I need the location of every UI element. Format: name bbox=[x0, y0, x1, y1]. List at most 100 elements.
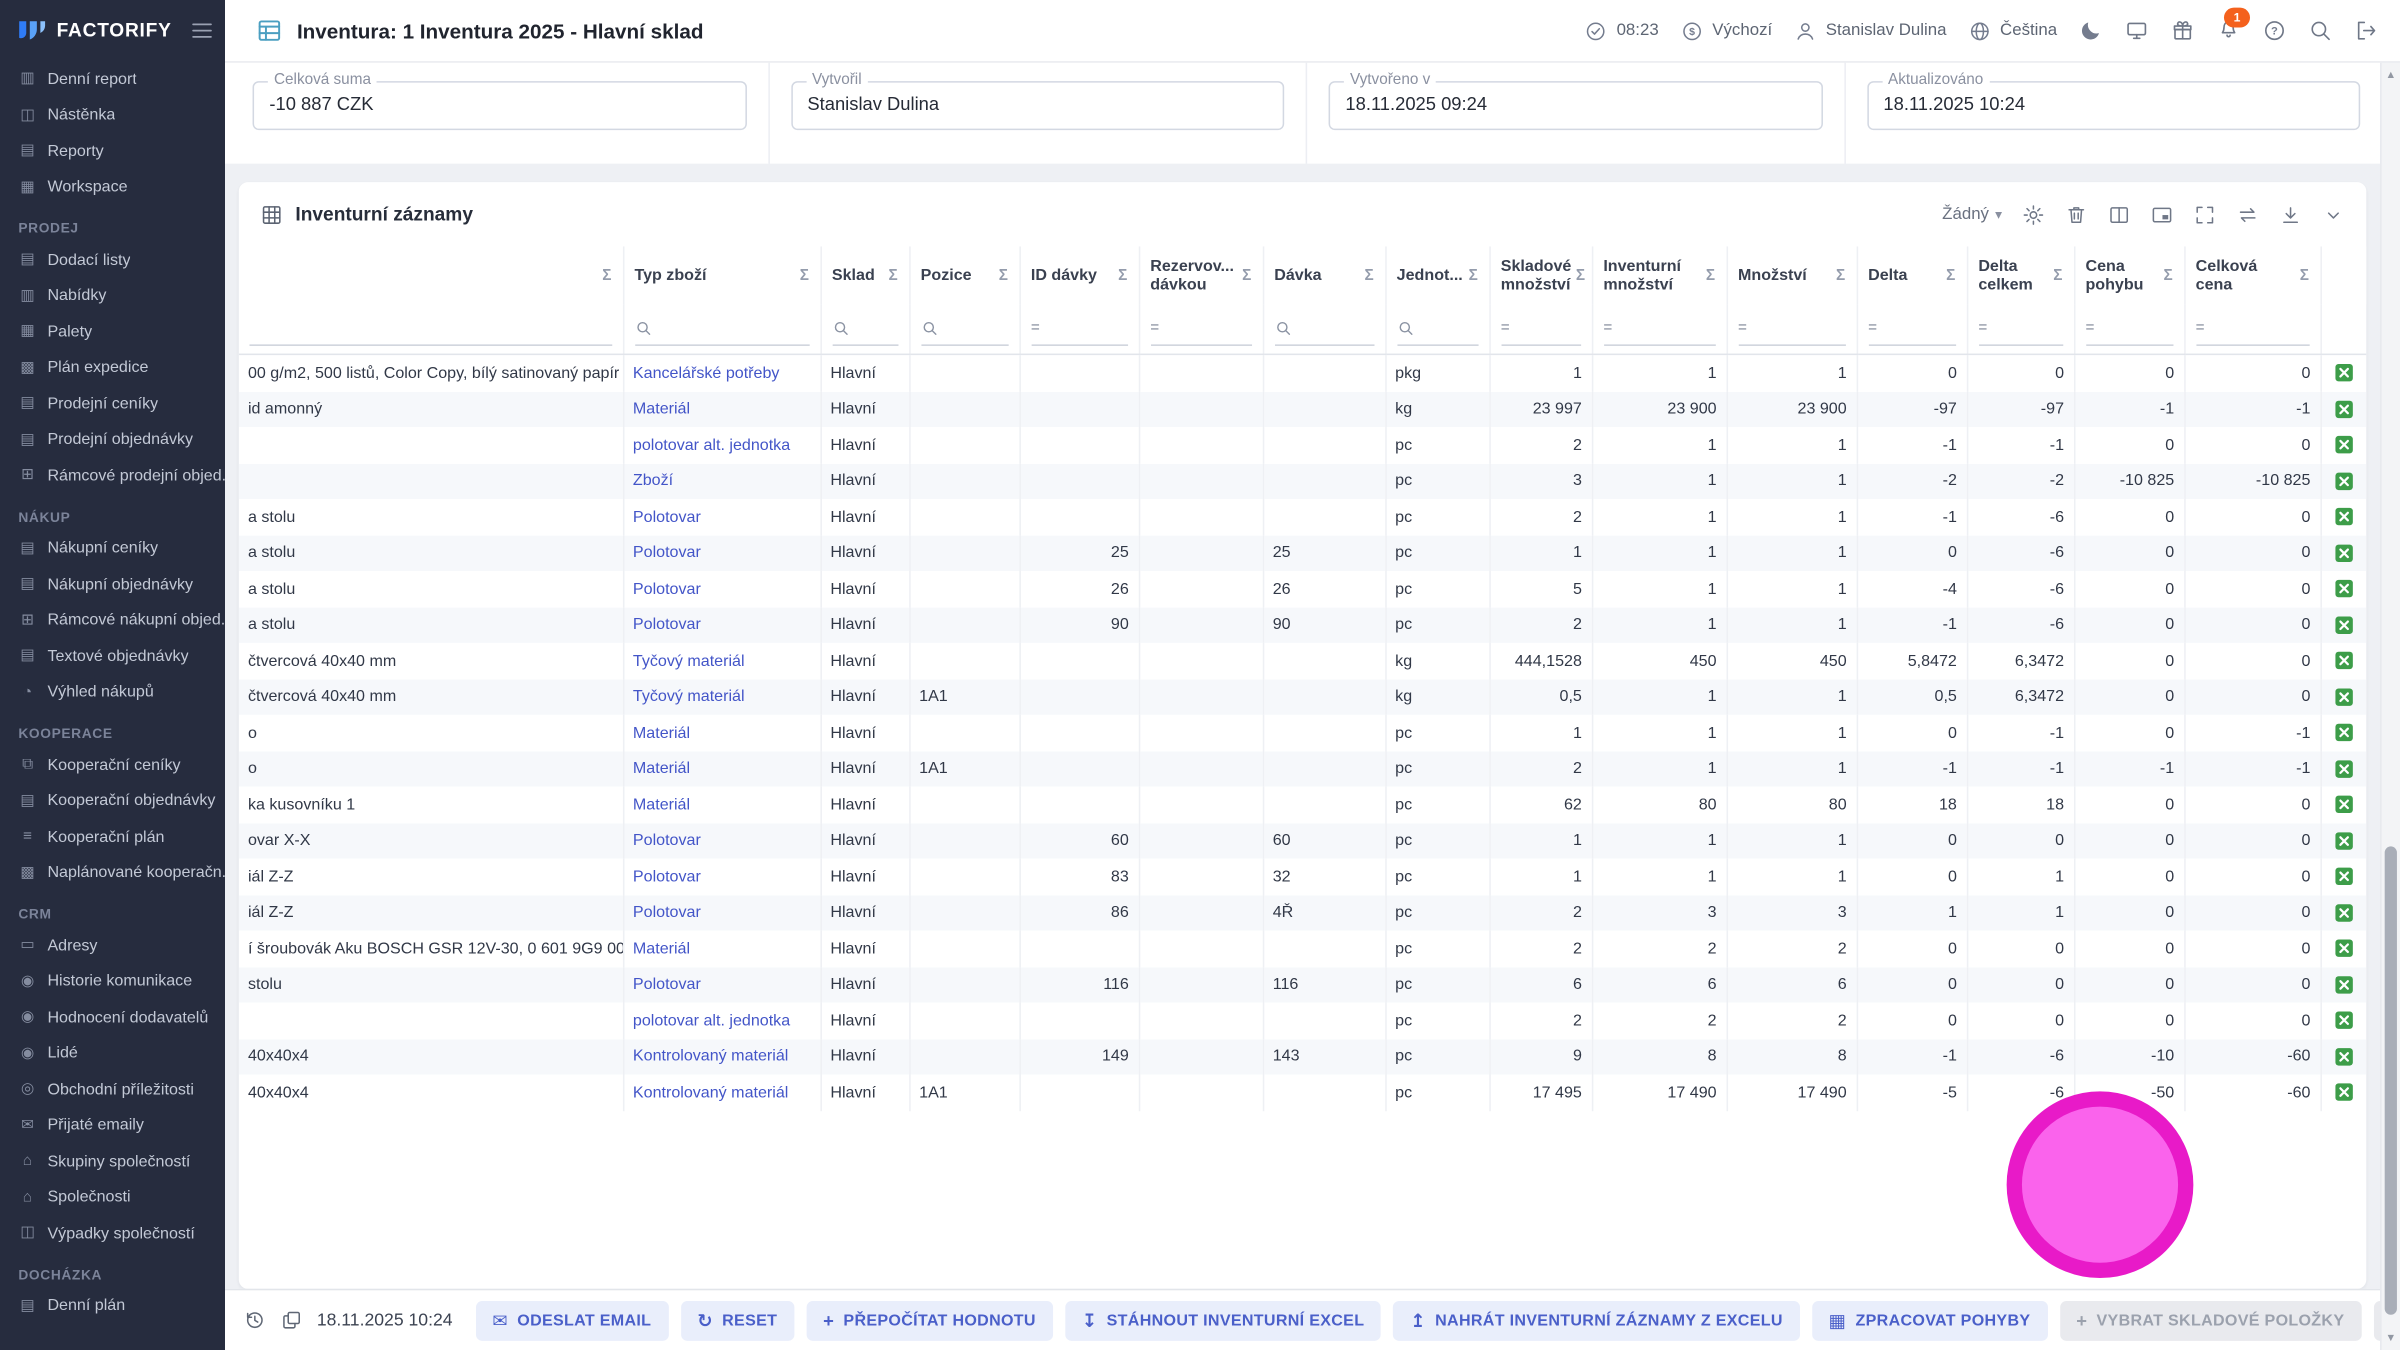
column-header[interactable]: Delta celkem Σ bbox=[1967, 246, 2074, 304]
filter-input[interactable]: = bbox=[634, 313, 808, 345]
goods-type-link[interactable]: Zboží bbox=[633, 472, 673, 490]
footer-button[interactable]: ▦ ZPRACOVAT POHYBY bbox=[1812, 1300, 2047, 1340]
sigma-aggregate-icon[interactable]: Σ bbox=[2300, 267, 2309, 284]
excel-row-icon[interactable] bbox=[2334, 399, 2354, 419]
split-columns-icon[interactable] bbox=[2108, 203, 2131, 226]
collapse-chevron-icon[interactable] bbox=[2322, 203, 2345, 226]
filter-input[interactable]: = bbox=[249, 313, 611, 345]
table-row[interactable]: a stolu Polotovar Hlavní 90 90 pc 2 1 bbox=[239, 607, 2367, 643]
pip-icon[interactable] bbox=[2151, 203, 2174, 226]
excel-row-icon[interactable] bbox=[2334, 471, 2354, 491]
excel-row-icon[interactable] bbox=[2334, 1047, 2354, 1067]
sigma-aggregate-icon[interactable]: Σ bbox=[602, 267, 611, 284]
form-field-input[interactable]: Vytvořeno v 18.11.2025 09:24 bbox=[1329, 81, 1823, 130]
table-row[interactable]: iál Z-Z Polotovar Hlavní 83 32 pc 1 1 bbox=[239, 859, 2367, 895]
goods-type-link[interactable]: Polotovar bbox=[633, 975, 701, 993]
sidebar-item[interactable]: ◫ Výpadky společností bbox=[0, 1215, 225, 1251]
form-field-input[interactable]: Celková suma -10 887 CZK bbox=[253, 81, 747, 130]
copy-record-icon[interactable] bbox=[280, 1309, 303, 1332]
sidebar-item[interactable]: ◉ Lidé bbox=[0, 1035, 225, 1071]
gifts-icon[interactable] bbox=[2170, 18, 2194, 42]
footer-button[interactable]: ↻ RESET bbox=[680, 1300, 794, 1340]
footer-button[interactable]: ✉ ODESLAT EMAIL bbox=[476, 1300, 669, 1340]
goods-type-link[interactable]: Polotovar bbox=[633, 616, 701, 634]
sidebar-item[interactable]: ▤ Nákupní ceníky bbox=[0, 530, 225, 566]
excel-row-icon[interactable] bbox=[2334, 759, 2354, 779]
download-icon[interactable] bbox=[2279, 203, 2302, 226]
column-header[interactable]: Typ zboží Σ bbox=[623, 246, 820, 304]
table-row[interactable]: polotovar alt. jednotka Hlavní pc 2 2 2 bbox=[239, 1003, 2367, 1039]
goods-type-link[interactable]: Tyčový materiál bbox=[633, 688, 745, 706]
sigma-aggregate-icon[interactable]: Σ bbox=[1836, 267, 1845, 284]
sidebar-item[interactable]: ▥ Nabídky bbox=[0, 278, 225, 314]
filter-input[interactable]: = bbox=[921, 313, 1008, 345]
sidebar-item[interactable]: ▦ Workspace bbox=[0, 169, 225, 205]
help-icon[interactable]: ? bbox=[2262, 18, 2286, 42]
table-row[interactable]: 40x40x4 Kontrolovaný materiál Hlavní 1A1… bbox=[239, 1074, 2367, 1110]
column-header[interactable]: Dávka Σ bbox=[1263, 246, 1385, 304]
excel-row-icon[interactable] bbox=[2334, 831, 2354, 851]
sidebar-item[interactable]: ▩ Naplánované kooperačn... bbox=[0, 855, 225, 891]
sigma-aggregate-icon[interactable]: Σ bbox=[1365, 267, 1374, 284]
excel-row-icon[interactable] bbox=[2334, 507, 2354, 527]
excel-row-icon[interactable] bbox=[2334, 867, 2354, 887]
sigma-aggregate-icon[interactable]: Σ bbox=[1946, 267, 1955, 284]
sigma-aggregate-icon[interactable]: Σ bbox=[2053, 267, 2062, 284]
search-icon[interactable] bbox=[2308, 18, 2332, 42]
gear-icon[interactable] bbox=[2022, 203, 2045, 226]
sidebar-item[interactable]: ⌂ Společnosti bbox=[0, 1179, 225, 1215]
sidebar-item[interactable]: ▤ Denní plán bbox=[0, 1288, 225, 1324]
sigma-aggregate-icon[interactable]: Σ bbox=[1706, 267, 1715, 284]
excel-row-icon[interactable] bbox=[2334, 1083, 2354, 1103]
sidebar-item[interactable]: ▤ Prodejní objednávky bbox=[0, 422, 225, 458]
column-header[interactable]: Σ bbox=[2320, 246, 2366, 304]
excel-row-icon[interactable] bbox=[2334, 615, 2354, 635]
notifications[interactable]: 1 bbox=[2216, 15, 2240, 47]
goods-type-link[interactable]: Kancelářské potřeby bbox=[633, 364, 780, 382]
goods-type-link[interactable]: Materiál bbox=[633, 796, 690, 814]
sigma-aggregate-icon[interactable]: Σ bbox=[999, 267, 1008, 284]
column-header[interactable]: Pozice Σ bbox=[909, 246, 1019, 304]
table-row[interactable]: o Materiál Hlavní pc 1 1 1 bbox=[239, 715, 2367, 751]
swap-horizontal-icon[interactable] bbox=[2236, 203, 2259, 226]
sigma-aggregate-icon[interactable]: Σ bbox=[1118, 267, 1127, 284]
user-menu[interactable]: Stanislav Dulina bbox=[1794, 19, 1947, 42]
display-icon[interactable] bbox=[2124, 18, 2148, 42]
scrollbar-thumb[interactable] bbox=[2385, 846, 2397, 1314]
footer-button[interactable]: + PŘEPOČÍTAT HODNOTU bbox=[806, 1300, 1052, 1340]
sidebar-item[interactable]: ◫ Nástěnka bbox=[0, 97, 225, 133]
table-row[interactable]: polotovar alt. jednotka Hlavní pc 2 1 1 bbox=[239, 427, 2367, 463]
sidebar-item[interactable]: ▦ Palety bbox=[0, 314, 225, 350]
excel-row-icon[interactable] bbox=[2334, 687, 2354, 707]
goods-type-link[interactable]: polotovar alt. jednotka bbox=[633, 1011, 790, 1029]
scroll-up-arrow[interactable]: ▲ bbox=[2382, 66, 2400, 84]
sidebar-item[interactable]: ▥ Denní report bbox=[0, 61, 225, 97]
hamburger-menu-icon[interactable] bbox=[191, 21, 212, 39]
vertical-scrollbar[interactable]: ▲ ▼ bbox=[2380, 63, 2400, 1350]
trash-icon[interactable] bbox=[2065, 203, 2088, 226]
sigma-aggregate-icon[interactable]: Σ bbox=[888, 267, 897, 284]
excel-row-icon[interactable] bbox=[2334, 903, 2354, 923]
sigma-aggregate-icon[interactable]: Σ bbox=[800, 267, 809, 284]
excel-row-icon[interactable] bbox=[2334, 939, 2354, 959]
filter-input[interactable]: = bbox=[832, 313, 898, 345]
goods-type-link[interactable]: Materiál bbox=[633, 400, 690, 418]
table-row[interactable]: a stolu Polotovar Hlavní pc 2 1 1 bbox=[239, 499, 2367, 535]
sidebar-item[interactable]: ≡ Kooperační plán bbox=[0, 819, 225, 855]
filter-input[interactable]: = bbox=[1397, 313, 1478, 345]
logout-icon[interactable] bbox=[2354, 18, 2378, 42]
sidebar-item[interactable]: ▤ Textové objednávky bbox=[0, 638, 225, 674]
form-field-input[interactable]: Aktualizováno 18.11.2025 10:24 bbox=[1867, 81, 2361, 130]
table-row[interactable]: a stolu Polotovar Hlavní 26 26 pc 5 1 bbox=[239, 571, 2367, 607]
column-header[interactable]: Sklad Σ bbox=[820, 246, 909, 304]
logo[interactable]: FACTORIFY bbox=[0, 0, 225, 61]
filter-input[interactable]: = bbox=[2196, 313, 2309, 345]
filter-input[interactable]: = bbox=[1031, 313, 1127, 345]
excel-row-icon[interactable] bbox=[2334, 723, 2354, 743]
sigma-aggregate-icon[interactable]: Σ bbox=[1469, 267, 1478, 284]
filter-input[interactable]: = bbox=[2085, 313, 2172, 345]
sigma-aggregate-icon[interactable]: Σ bbox=[1242, 267, 1251, 284]
sidebar-item[interactable]: ▤ Prodejní ceníky bbox=[0, 386, 225, 422]
column-header[interactable]: Celková cena Σ bbox=[2184, 246, 2320, 304]
excel-row-icon[interactable] bbox=[2334, 435, 2354, 455]
